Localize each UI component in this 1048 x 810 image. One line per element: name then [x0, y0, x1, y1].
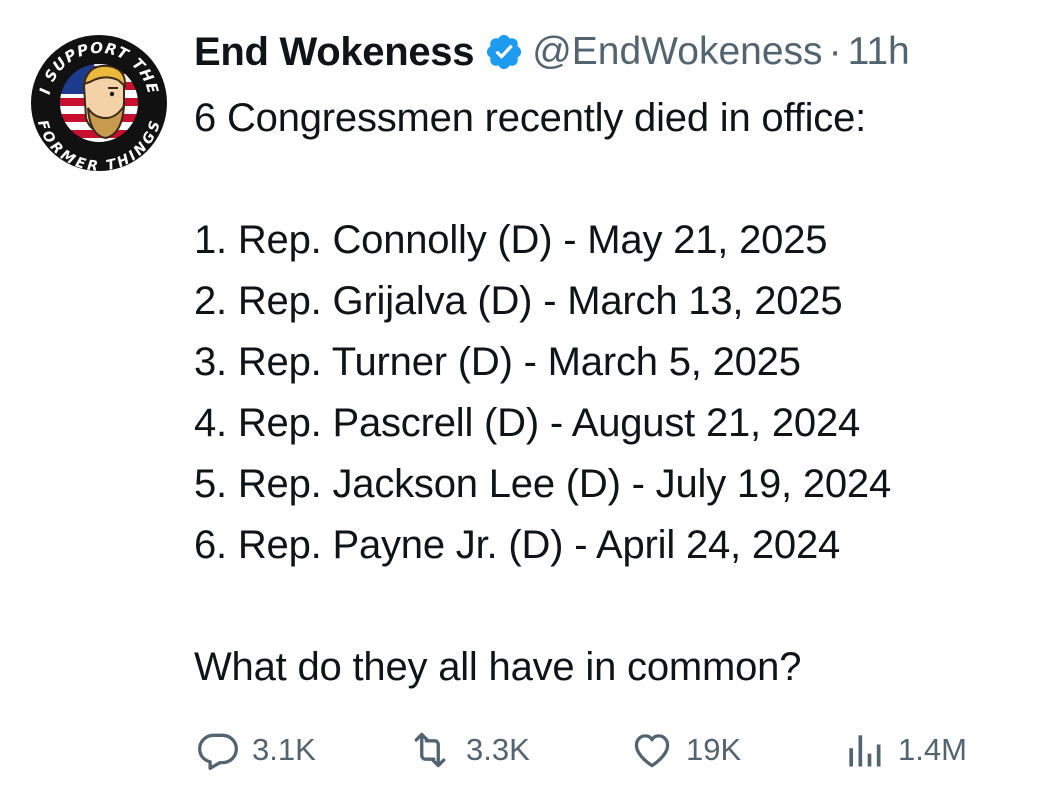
- tweet-intro: 6 Congressmen recently died in office:: [194, 96, 867, 140]
- tweet-header: End Wokeness @EndWokeness · 11h: [194, 24, 1034, 80]
- author-handle[interactable]: @EndWokeness: [532, 30, 822, 74]
- list-item: 3. Rep. Turner (D) - March 5, 2025: [194, 340, 801, 384]
- tweet[interactable]: I SUPPORT THE FORMER THINGS End Wokeness…: [0, 0, 1048, 810]
- reply-icon: [198, 733, 238, 770]
- retweet-button[interactable]: 3.3K: [406, 728, 530, 772]
- tweet-content: End Wokeness @EndWokeness · 11h 6 Congre…: [194, 24, 1034, 698]
- retweet-icon: [414, 732, 446, 768]
- action-bar: 3.1K 3.3K 19K 1.4M: [194, 728, 1014, 778]
- tweet-timestamp[interactable]: 11h: [848, 30, 910, 74]
- separator-dot: ·: [828, 30, 842, 73]
- list-item: 2. Rep. Grijalva (D) - March 13, 2025: [194, 279, 843, 323]
- reply-count: 3.1K: [252, 732, 316, 767]
- list-item: 6. Rep. Payne Jr. (D) - April 24, 2024: [194, 523, 841, 567]
- like-count: 19K: [686, 732, 742, 767]
- tweet-question: What do they all have in common?: [194, 645, 802, 689]
- heart-icon: [634, 734, 670, 768]
- verified-badge-icon[interactable]: [484, 32, 524, 72]
- avatar[interactable]: I SUPPORT THE FORMER THINGS: [24, 28, 174, 178]
- list-item: 4. Rep. Pascrell (D) - August 21, 2024: [194, 401, 861, 445]
- avatar-image: I SUPPORT THE FORMER THINGS: [25, 29, 173, 177]
- list-item: 5. Rep. Jackson Lee (D) - July 19, 2024: [194, 462, 892, 506]
- views-button[interactable]: 1.4M: [842, 728, 967, 772]
- retweet-count: 3.3K: [466, 732, 530, 767]
- views-icon: [849, 735, 881, 767]
- author-display-name[interactable]: End Wokeness: [194, 30, 475, 75]
- like-button[interactable]: 19K: [630, 728, 741, 772]
- tweet-text: 6 Congressmen recently died in office: 1…: [194, 88, 1034, 698]
- reply-button[interactable]: 3.1K: [196, 728, 316, 772]
- views-count: 1.4M: [898, 732, 967, 767]
- list-item: 1. Rep. Connolly (D) - May 21, 2025: [194, 218, 828, 262]
